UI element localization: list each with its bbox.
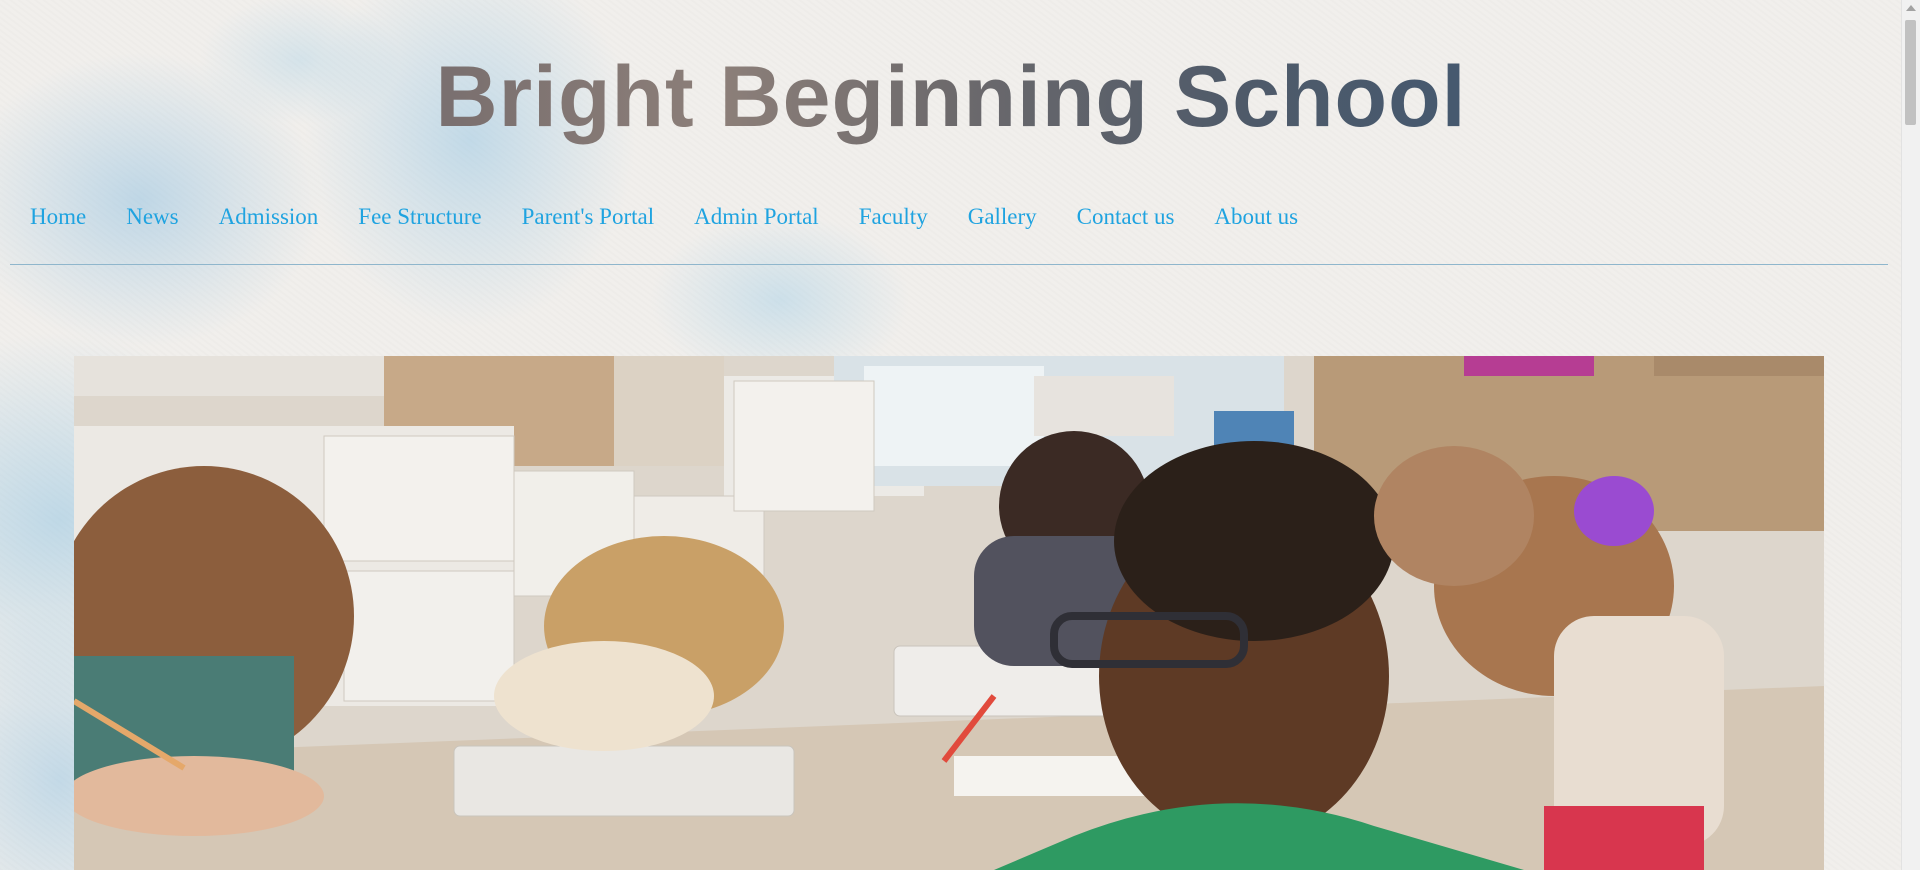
site-title: Bright Beginning School xyxy=(0,48,1902,147)
nav-gallery[interactable]: Gallery xyxy=(948,198,1057,236)
hero-image xyxy=(74,356,1824,870)
nav-faculty[interactable]: Faculty xyxy=(839,198,948,236)
nav-news[interactable]: News xyxy=(106,198,198,236)
nav-divider xyxy=(10,264,1888,265)
nav-admin-portal[interactable]: Admin Portal xyxy=(674,198,839,236)
nav-parents-portal[interactable]: Parent's Portal xyxy=(502,198,675,236)
main-nav: Home News Admission Fee Structure Parent… xyxy=(10,198,1318,236)
nav-home[interactable]: Home xyxy=(10,198,106,236)
nav-contact-us[interactable]: Contact us xyxy=(1057,198,1195,236)
classroom-photo xyxy=(74,356,1824,870)
scroll-up-icon[interactable] xyxy=(1906,5,1916,11)
scrollbar-thumb[interactable] xyxy=(1905,20,1916,125)
nav-admission[interactable]: Admission xyxy=(199,198,339,236)
nav-about-us[interactable]: About us xyxy=(1194,198,1318,236)
nav-fee-structure[interactable]: Fee Structure xyxy=(338,198,501,236)
page: Bright Beginning School Home News Admiss… xyxy=(0,0,1902,870)
scrollbar[interactable] xyxy=(1901,0,1920,870)
